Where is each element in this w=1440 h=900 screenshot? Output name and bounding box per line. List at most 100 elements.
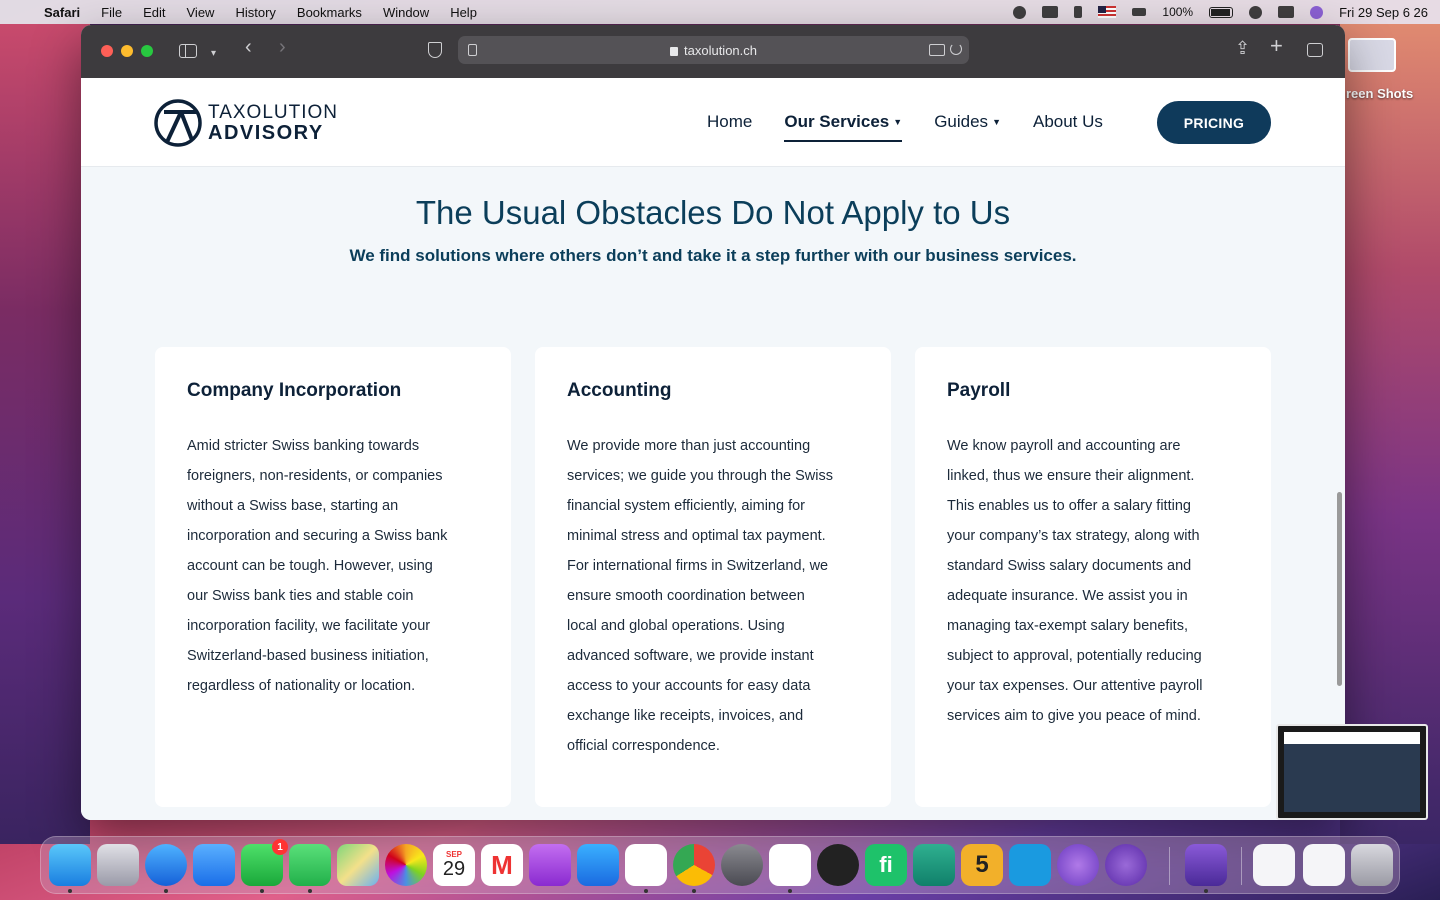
bluetooth-icon[interactable] [1074,6,1083,18]
minimized-window-1-icon[interactable] [1253,844,1295,886]
screen-recorder-icon[interactable] [1057,844,1099,886]
card-line: services; we guide you through the Swiss [567,468,833,484]
finder-icon[interactable] [49,844,91,893]
chrome-icon[interactable] [673,844,715,893]
battery-icon[interactable] [1209,6,1234,18]
card-line: account can be tough. However, using [187,558,433,574]
podcasts-icon[interactable] [529,844,571,886]
card-line: your company’s tax strategy, along with [947,528,1200,544]
main-nav: Home Our Services ▼ Guides ▼ About Us [707,112,1135,142]
wifi-icon[interactable] [1249,5,1263,19]
input-source-flag-icon[interactable] [1098,6,1117,18]
forward-icon[interactable]: › [279,37,286,57]
fiverr-icon[interactable]: fi [865,844,907,886]
card-line: foreigners, non-residents, or companies [187,468,443,484]
volume-icon[interactable] [1042,6,1059,18]
sidebar-toggle-icon[interactable] [179,44,197,58]
reload-icon[interactable] [950,43,962,55]
nav-guides-label: Guides [934,112,989,131]
card-line: adequate insurance. We assist you in [947,588,1188,604]
menu-history[interactable]: History [235,5,275,20]
dock: 1 SEP 29 M fi 5 [40,836,1400,894]
siri-icon[interactable] [1310,5,1324,19]
browser-toolbar: ▾ ‹ › taxolution.ch ⇪ + [81,25,1345,78]
menu-help[interactable]: Help [450,5,477,20]
taxolution-logo-icon [154,99,202,147]
app-store-icon[interactable] [577,844,619,886]
app-5-icon[interactable]: 5 [961,844,1003,886]
control-center-icon[interactable] [1278,6,1295,18]
page-scrollbar[interactable] [1337,492,1342,686]
gmail-icon[interactable]: M [481,844,523,886]
p-app-icon[interactable] [1105,844,1147,886]
system-settings-icon[interactable] [721,844,763,886]
card-line: Switzerland-based business initiation, [187,648,429,664]
card-body: We know payroll and accounting are linke… [947,431,1239,731]
chatgpt-icon[interactable] [913,844,955,886]
tab-overview-icon[interactable] [1307,43,1323,57]
card-title: Payroll [947,380,1011,401]
zoom-window-button[interactable] [141,45,153,57]
facetime-badge: 1 [272,839,288,855]
reader-mode-icon[interactable] [468,44,477,56]
card-line: financial system efficiently, aiming for [567,498,806,514]
card-title: Company Incorporation [187,380,402,401]
card-body: We provide more than just accounting ser… [567,431,859,761]
safari-icon[interactable] [145,844,187,893]
card-line: incorporation facility, we facilitate yo… [187,618,431,634]
dock-separator [1169,847,1170,885]
share-icon[interactable]: ⇪ [1235,39,1250,57]
menu-clock[interactable]: Fri 29 Sep 6 26 [1339,5,1428,20]
downloads-stack-icon[interactable] [1185,844,1227,893]
minimized-window-2-icon[interactable] [1303,844,1345,886]
screenshot-preview-thumbnail[interactable] [1276,724,1428,820]
card-line: We provide more than just accounting [567,438,811,454]
nav-home[interactable]: Home [707,112,752,132]
card-line: access to your accounts for easy data [567,678,811,694]
apple-menu-icon[interactable] [12,4,26,20]
translate-icon[interactable] [929,44,945,56]
camo-icon[interactable] [1009,844,1051,886]
calendar-icon[interactable]: SEP 29 [433,844,475,886]
close-window-button[interactable] [101,45,113,57]
maps-icon[interactable] [337,844,379,886]
menu-app-name[interactable]: Safari [44,5,80,20]
menu-window[interactable]: Window [383,5,429,20]
pricing-button[interactable]: PRICING [1157,101,1271,144]
address-url: taxolution.ch [684,42,757,58]
section-title: The Usual Obstacles Do Not Apply to Us [415,194,1011,231]
mail-icon[interactable] [193,844,235,886]
vscode-icon[interactable] [769,844,811,893]
nav-our-services[interactable]: Our Services ▼ [784,112,902,142]
nav-guides[interactable]: Guides ▼ [934,112,1001,132]
address-bar[interactable]: taxolution.ch [458,36,969,64]
messenger-icon[interactable] [625,844,667,893]
sound-meter-icon[interactable] [1132,8,1147,16]
user-status-icon[interactable] [1013,5,1027,19]
menu-edit[interactable]: Edit [143,5,165,20]
screenshots-folder-label[interactable]: reen Shots [1346,86,1413,101]
messages-icon[interactable] [289,844,331,893]
back-icon[interactable]: ‹ [245,37,252,57]
card-line: without a Swiss base, starting an [187,498,399,514]
privacy-shield-icon[interactable] [428,42,442,58]
card-line: regardless of nationality or location. [187,678,416,694]
services-section: The Usual Obstacles Do Not Apply to Us W… [81,167,1345,820]
menu-file[interactable]: File [101,5,122,20]
menu-bookmarks[interactable]: Bookmarks [297,5,362,20]
app-5-label: 5 [975,851,989,878]
tab-group-chevron-icon[interactable]: ▾ [211,46,216,62]
menu-view[interactable]: View [187,5,215,20]
minimize-window-button[interactable] [121,45,133,57]
thumbnail-header [1284,732,1420,744]
launchpad-icon[interactable] [97,844,139,886]
new-tab-icon[interactable]: + [1270,35,1283,57]
site-logo[interactable]: TAXOLUTION ADVISORY [154,98,338,148]
trash-icon[interactable] [1351,844,1393,886]
recorder-icon[interactable] [817,844,859,886]
facetime-icon[interactable]: 1 [241,839,288,893]
nav-about-us[interactable]: About Us [1033,112,1103,132]
screenshots-folder-icon[interactable] [1348,38,1396,72]
card-line: advanced software, we provide instant [567,648,814,664]
photos-icon[interactable] [385,844,427,886]
